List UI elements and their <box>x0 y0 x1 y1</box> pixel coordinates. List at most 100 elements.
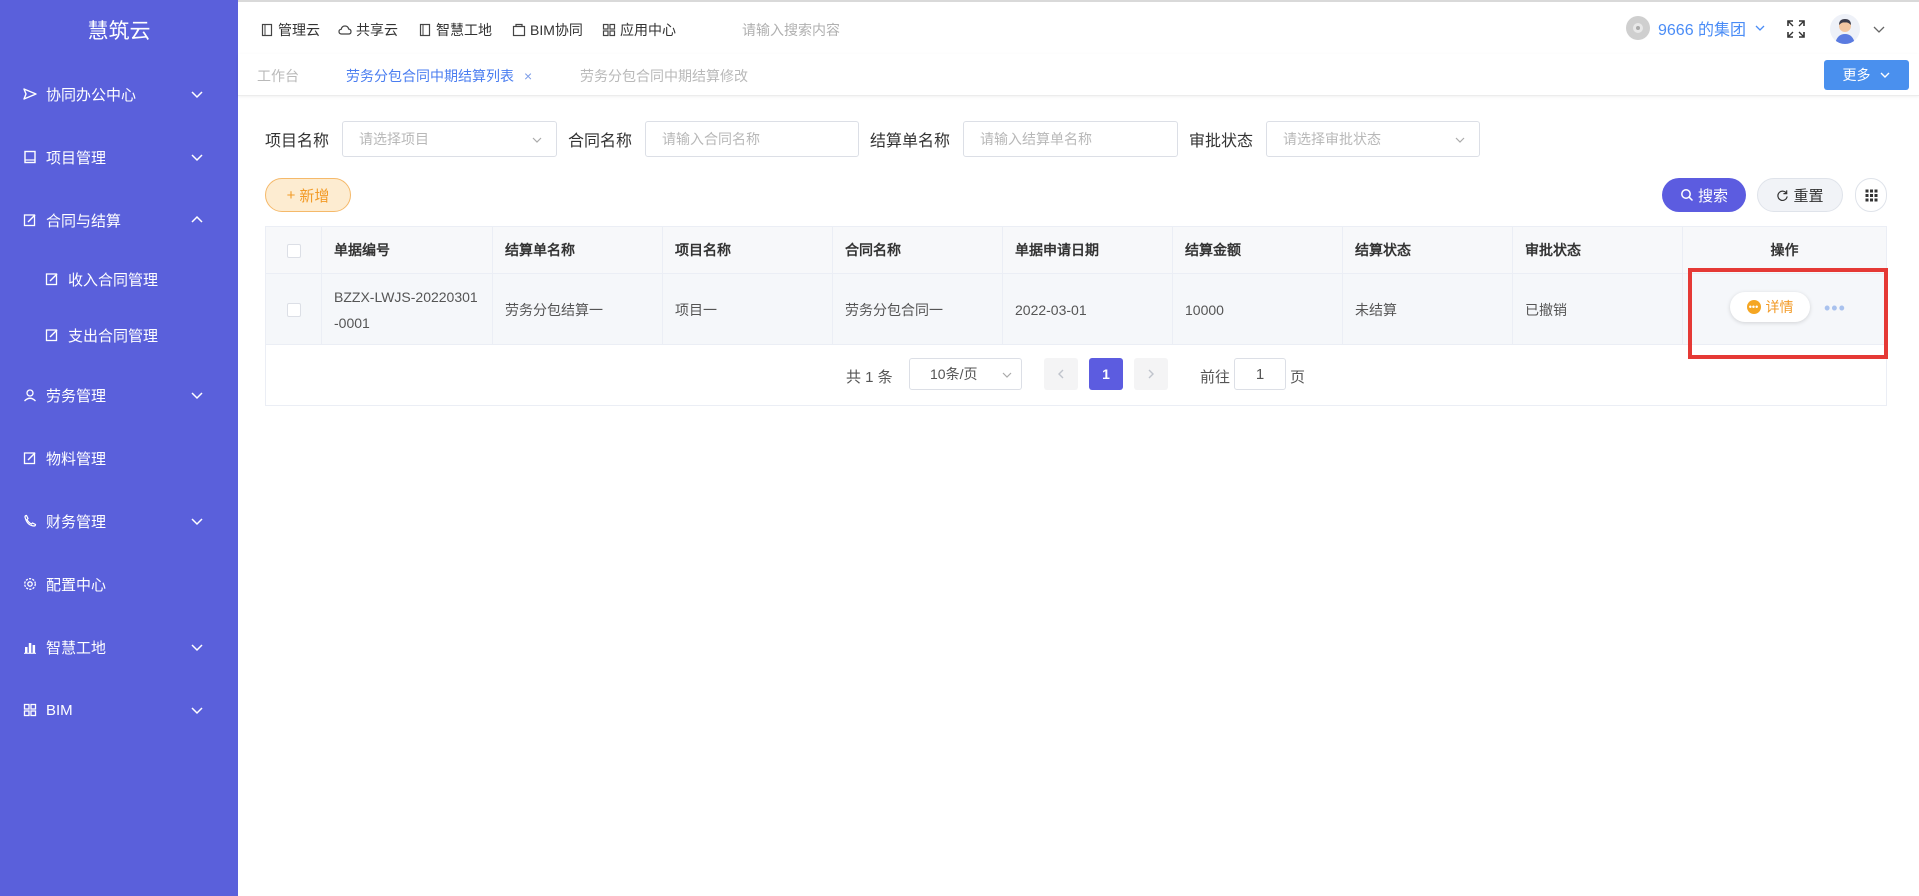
sidebar-item-label: 支出合同管理 <box>68 327 159 345</box>
column-header: 结算金额 <box>1173 227 1343 274</box>
approval-label: 审批状态 <box>1189 133 1254 150</box>
sidebar-item-bim[interactable]: BIM <box>0 688 238 732</box>
refresh-icon <box>1777 189 1789 201</box>
book-icon <box>261 23 273 37</box>
fullscreen-icon[interactable] <box>1786 19 1806 39</box>
sidebar-item-label: 合同与结算 <box>46 212 122 230</box>
topnav-bim-collab[interactable]: BIM协同 <box>512 20 583 40</box>
prev-page-button[interactable] <box>1044 358 1078 390</box>
sidebar-item-collab-office[interactable]: 协同办公中心 <box>0 72 238 116</box>
group-selector[interactable]: 9666 的集团 <box>1626 16 1766 40</box>
topnav-smart-site[interactable]: 智慧工地 <box>418 20 492 40</box>
sidebar-item-finance[interactable]: 财务管理 <box>0 499 238 543</box>
cell-date: 2022-03-01 <box>1003 274 1173 345</box>
cell-code-line1: BZZX-LWJS-20220301 <box>334 288 478 305</box>
tabs-bar: 工作台 劳务分包合同中期结算列表 × 劳务分包合同中期结算修改 更多 <box>238 54 1919 96</box>
sidebar-item-label: 物料管理 <box>46 450 107 468</box>
chevron-down-icon <box>191 154 203 162</box>
chevron-down-icon <box>1455 137 1465 143</box>
next-page-button[interactable] <box>1134 358 1168 390</box>
contract-input-placeholder: 请输入合同名称 <box>662 131 760 147</box>
goto-page-input[interactable]: 1 <box>1234 358 1286 390</box>
contract-label: 合同名称 <box>568 133 633 150</box>
cell-contract: 劳务分包合同一 <box>833 274 1003 345</box>
avatar[interactable] <box>1830 14 1860 44</box>
select-all-checkbox[interactable] <box>286 243 301 258</box>
page-size-value: 10条/页 <box>930 366 978 382</box>
sidebar-item-label: 项目管理 <box>46 149 107 167</box>
sidebar-item-labor[interactable]: 劳务管理 <box>0 373 238 417</box>
tab-settlement-edit[interactable]: 劳务分包合同中期结算修改 <box>580 66 748 86</box>
search-button[interactable]: 搜索 <box>1662 178 1746 212</box>
pagination-total: 共 1 条 <box>846 369 893 386</box>
highlight-box <box>1688 268 1888 359</box>
global-search-input[interactable]: 请输入搜索内容 <box>742 20 840 40</box>
chevron-right-icon <box>1148 369 1154 379</box>
add-button[interactable]: + 新增 <box>265 178 351 212</box>
column-header: 操作 <box>1770 242 1799 258</box>
chevron-down-icon <box>1002 372 1012 378</box>
sidebar-item-project[interactable]: 项目管理 <box>0 135 238 179</box>
project-select[interactable]: 请选择项目 <box>342 121 557 157</box>
sidebar-item-smart-site[interactable]: 智慧工地 <box>0 625 238 669</box>
tab-settlement-list[interactable]: 劳务分包合同中期结算列表 × <box>346 66 532 86</box>
sidebar-item-contract-settlement[interactable]: 合同与结算 <box>0 198 238 242</box>
settlement-input[interactable]: 请输入结算单名称 <box>963 121 1178 157</box>
close-icon[interactable]: × <box>524 68 532 84</box>
topnav-share-cloud[interactable]: 共享云 <box>338 20 398 40</box>
cell-project: 项目一 <box>663 274 833 345</box>
column-header: 合同名称 <box>833 227 1003 274</box>
chevron-down-icon <box>1755 25 1765 31</box>
topnav-label: BIM协同 <box>530 22 583 38</box>
gear-icon <box>22 576 38 592</box>
book-icon <box>22 149 38 165</box>
top-bar: 管理云 共享云 智慧工地 BIM协同 应用中心 请输入搜索内容 9666 的集团 <box>238 0 1919 54</box>
search-icon <box>1681 189 1694 202</box>
more-button[interactable]: 更多 <box>1824 60 1909 90</box>
sidebar-item-config[interactable]: 配置中心 <box>0 562 238 606</box>
approval-select[interactable]: 请选择审批状态 <box>1266 121 1480 157</box>
app-logo: 慧筑云 <box>87 20 151 43</box>
page-number-current[interactable]: 1 <box>1089 358 1123 390</box>
table-row: BZZX-LWJS-20220301 -0001 劳务分包结算一 项目一 劳务分… <box>266 274 1886 345</box>
more-label: 更多 <box>1842 67 1871 83</box>
tab-workbench[interactable]: 工作台 <box>257 66 299 86</box>
send-icon <box>22 86 38 102</box>
cell-amount: 10000 <box>1173 274 1343 345</box>
select-all-cell <box>266 227 322 274</box>
grid-icon <box>602 23 616 37</box>
table-header: 单据编号 结算单名称 项目名称 合同名称 单据申请日期 结算金额 结算状态 审批… <box>266 227 1886 274</box>
chevron-down-icon <box>1880 72 1889 78</box>
topnav-label: 共享云 <box>356 22 398 38</box>
project-select-placeholder: 请选择项目 <box>359 131 429 147</box>
cell-settle-status: 未结算 <box>1343 274 1513 345</box>
column-header: 单据申请日期 <box>1003 227 1173 274</box>
chevron-down-icon <box>191 91 203 99</box>
topnav-management-cloud[interactable]: 管理云 <box>260 20 320 40</box>
cell-settlement-name: 劳务分包结算一 <box>493 274 663 345</box>
phone-icon <box>22 513 38 529</box>
goto-label: 前往 <box>1200 369 1231 386</box>
sidebar-item-label: 财务管理 <box>46 513 107 531</box>
cell-approve-status: 已撤销 <box>1513 274 1683 345</box>
sidebar: 慧筑云 协同办公中心 项目管理 合同与结算 收入合同管理 支出合同管理 劳务管理… <box>0 0 238 896</box>
contract-input[interactable]: 请输入合同名称 <box>645 121 859 157</box>
column-settings-button[interactable] <box>1855 178 1887 212</box>
chevron-down-icon[interactable] <box>1872 22 1886 36</box>
topnav-app-center[interactable]: 应用中心 <box>602 20 676 40</box>
sidebar-item-expense-contract[interactable]: 支出合同管理 <box>0 313 238 357</box>
cloud-icon <box>338 25 352 35</box>
edit-icon <box>22 212 38 228</box>
sidebar-item-label: 收入合同管理 <box>68 271 159 289</box>
search-label: 搜索 <box>1697 187 1728 205</box>
chevron-down-icon <box>191 518 203 526</box>
row-checkbox[interactable] <box>286 302 301 317</box>
sidebar-item-income-contract[interactable]: 收入合同管理 <box>0 257 238 301</box>
settlement-input-placeholder: 请输入结算单名称 <box>980 131 1092 147</box>
edit-icon <box>44 271 60 287</box>
reset-button[interactable]: 重置 <box>1757 178 1843 212</box>
tab-label: 劳务分包合同中期结算列表 <box>346 68 514 84</box>
sidebar-item-material[interactable]: 物料管理 <box>0 436 238 480</box>
group-avatar <box>1626 16 1650 40</box>
page-size-select[interactable]: 10条/页 <box>909 358 1022 390</box>
